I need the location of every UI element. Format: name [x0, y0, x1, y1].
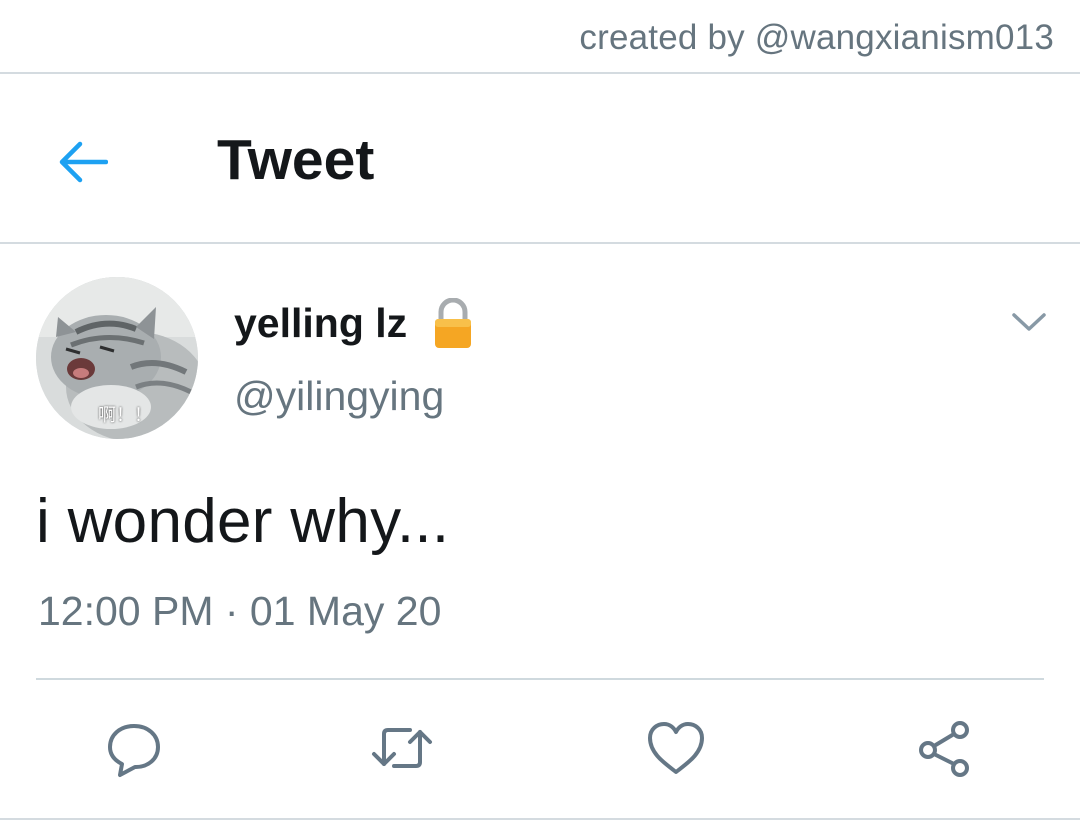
- retweet-icon: [372, 728, 432, 768]
- top-divider: [0, 72, 1080, 74]
- back-button[interactable]: [50, 132, 114, 192]
- avatar[interactable]: 啊！！: [36, 277, 198, 439]
- share-icon: [919, 721, 969, 777]
- actions-divider: [36, 678, 1044, 680]
- bottom-divider: [0, 818, 1080, 820]
- lock-icon: [432, 297, 474, 350]
- reply-button[interactable]: [102, 716, 166, 780]
- page-title: Tweet: [217, 128, 375, 192]
- tweet-screen: created by @wangxianism013 Tweet 啊！！ yel…: [0, 0, 1080, 839]
- tweet-menu-button[interactable]: [1006, 305, 1052, 339]
- user-handle[interactable]: @yilingying: [234, 373, 444, 420]
- display-name[interactable]: yelling lz: [234, 300, 407, 347]
- creator-credit: created by @wangxianism013: [579, 18, 1054, 57]
- heart-icon: [648, 722, 704, 774]
- chevron-down-icon: [1012, 313, 1046, 331]
- share-button[interactable]: [912, 716, 976, 780]
- retweet-button[interactable]: [370, 716, 434, 780]
- reply-icon: [108, 724, 160, 777]
- avatar-caption: 啊！！: [98, 405, 152, 426]
- header-divider: [0, 242, 1080, 244]
- tweet-text: i wonder why...: [36, 487, 450, 556]
- like-button[interactable]: [644, 716, 708, 780]
- tweet-timestamp: 12:00 PM · 01 May 20: [38, 588, 442, 634]
- back-arrow-icon: [59, 141, 108, 183]
